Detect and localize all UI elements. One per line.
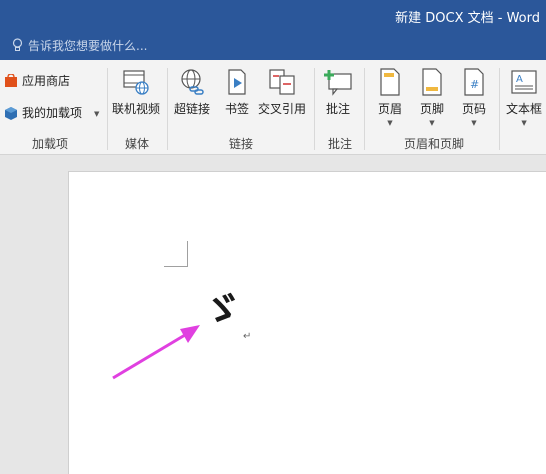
annotation-arrow — [112, 325, 200, 380]
